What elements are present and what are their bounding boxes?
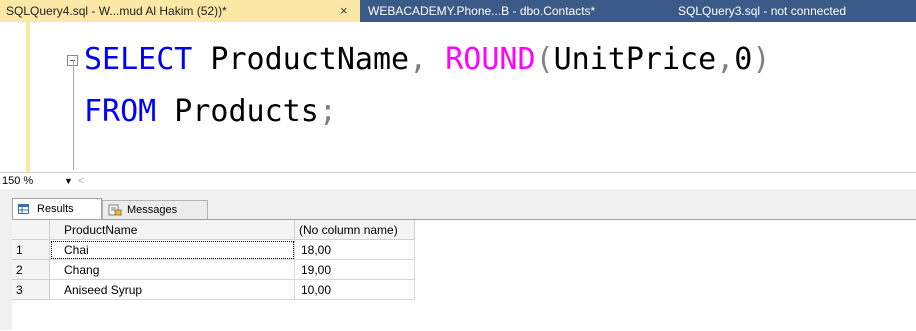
zoom-level[interactable]: 150 % xyxy=(2,173,33,189)
tab-sqlquery3[interactable]: SQLQuery3.sql - not connected xyxy=(672,0,916,22)
document-tab-strip: SQLQuery4.sql - W...mud Al Hakim (52))* … xyxy=(0,0,916,22)
grid-icon xyxy=(18,204,29,214)
change-tracking-bar xyxy=(26,22,30,172)
number-literal: 0 xyxy=(734,42,753,77)
code-line-2: FROM Products; xyxy=(84,94,337,130)
tab-contacts[interactable]: WEBACADEMY.Phone...B - dbo.Contacts* xyxy=(362,0,662,22)
cell-product[interactable]: Aniseed Syrup xyxy=(50,280,295,300)
tab-results[interactable]: Results xyxy=(12,198,102,219)
identifier-productname: ProductName xyxy=(192,42,410,77)
tab-sqlquery4-label: SQLQuery4.sql - W...mud Al Hakim (52))* xyxy=(6,4,227,18)
identifier-unitprice: UnitPrice xyxy=(553,42,717,77)
keyword-select: SELECT xyxy=(84,42,193,77)
query-editor[interactable]: SELECT ProductName, ROUND(UnitPrice,0) F… xyxy=(0,22,916,172)
comma: , xyxy=(716,42,735,77)
scroll-left-icon[interactable]: < xyxy=(78,173,84,189)
paren-close: ) xyxy=(752,42,771,77)
cell-price[interactable]: 18,00 xyxy=(295,240,415,260)
messages-icon xyxy=(108,204,122,216)
paren-open: ( xyxy=(535,42,554,77)
results-grid: ProductName (No column name) 1 Chai 18,0… xyxy=(12,219,916,331)
cell-product[interactable]: Chang xyxy=(50,260,295,280)
code-line-1: SELECT ProductName, ROUND(UnitPrice,0) xyxy=(84,42,770,78)
row-header[interactable]: 3 xyxy=(12,280,50,300)
cell-price[interactable]: 19,00 xyxy=(295,260,415,280)
comma: , xyxy=(409,42,428,77)
row-header[interactable]: 1 xyxy=(12,240,50,260)
tab-results-label: Results xyxy=(37,203,74,215)
row-header[interactable]: 2 xyxy=(12,260,50,280)
keyword-from: FROM xyxy=(84,94,157,129)
zoom-bar: 150 % ▼ < xyxy=(0,172,916,190)
column-header-no-column-name[interactable]: (No column name) xyxy=(295,220,415,240)
corner-header[interactable] xyxy=(12,220,50,240)
cell-price[interactable]: 10,00 xyxy=(295,280,415,300)
close-tab-icon[interactable]: × xyxy=(340,0,348,22)
tab-contacts-label: WEBACADEMY.Phone...B - dbo.Contacts* xyxy=(368,4,596,18)
tab-messages-label: Messages xyxy=(127,204,178,216)
semicolon: ; xyxy=(318,94,337,129)
tab-sqlquery4[interactable]: SQLQuery4.sql - W...mud Al Hakim (52))* … xyxy=(0,0,360,22)
column-header-productname[interactable]: ProductName xyxy=(50,220,295,240)
tab-sqlquery3-label: SQLQuery3.sql - not connected xyxy=(678,4,847,18)
cell-product[interactable]: Chai xyxy=(50,240,295,260)
tab-messages[interactable]: Messages xyxy=(102,200,208,219)
outline-guide-line xyxy=(73,60,74,170)
identifier-products: Products xyxy=(156,94,319,129)
function-round: ROUND xyxy=(445,42,536,77)
zoom-dropdown-icon[interactable]: ▼ xyxy=(64,173,73,189)
